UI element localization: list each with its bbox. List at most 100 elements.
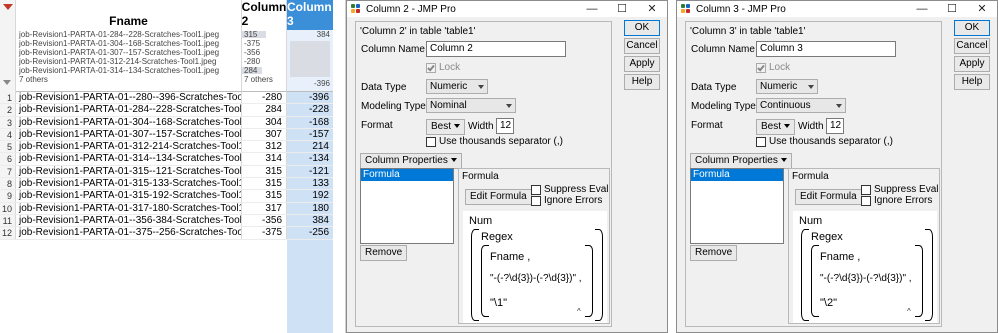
- cell-column-2[interactable]: 315: [242, 190, 287, 202]
- minimize-button[interactable]: —: [907, 1, 937, 17]
- list-item-formula[interactable]: Formula: [361, 169, 453, 181]
- row-number[interactable]: 12: [0, 227, 16, 239]
- table-row[interactable]: 1 job-Revision1-PARTA-01--280--396-Scratc…: [0, 92, 333, 105]
- cell-column-2[interactable]: 315: [242, 165, 287, 178]
- help-button[interactable]: Help: [624, 74, 660, 90]
- cell-fname[interactable]: job-Revision1-PARTA-01--375--256-Scratch…: [16, 227, 242, 239]
- column-header-column-2[interactable]: Column 2: [242, 0, 287, 30]
- cell-column-2[interactable]: -375: [242, 227, 287, 239]
- cell-fname[interactable]: job-Revision1-PARTA-01-315--121-Scratche…: [16, 165, 242, 178]
- cell-column-2[interactable]: -280: [242, 92, 287, 104]
- formula-display[interactable]: Num Regex Fname , "-(-?\d{3})-(-?\d{3})"…: [793, 211, 937, 323]
- thousands-separator-checkbox[interactable]: Use thousands separator (,): [756, 136, 893, 147]
- cell-column-3[interactable]: -134: [287, 153, 333, 165]
- title-bar[interactable]: Column 3 - JMP Pro — ☐ ✕: [677, 1, 997, 17]
- cell-column-3[interactable]: 192: [287, 190, 333, 202]
- modeling-type-select[interactable]: Nominal: [426, 98, 516, 113]
- ok-button[interactable]: OK: [624, 20, 660, 36]
- cell-fname[interactable]: job-Revision1-PARTA-01-314--134-Scratche…: [16, 153, 242, 165]
- cell-column-3[interactable]: -168: [287, 116, 333, 128]
- cell-fname[interactable]: job-Revision1-PARTA-01-317-180-Scratches…: [16, 202, 242, 214]
- row-number[interactable]: 6: [0, 153, 16, 165]
- cell-column-2[interactable]: 284: [242, 104, 287, 116]
- cell-column-3[interactable]: 133: [287, 178, 333, 190]
- column-name-input[interactable]: Column 2: [426, 41, 566, 57]
- list-item-formula[interactable]: Formula: [691, 169, 783, 181]
- cell-column-2[interactable]: 314: [242, 153, 287, 165]
- cell-column-2[interactable]: -356: [242, 214, 287, 227]
- modeling-type-select[interactable]: Continuous: [756, 98, 846, 113]
- apply-button[interactable]: Apply: [954, 56, 990, 72]
- column-name-input[interactable]: Column 3: [756, 41, 896, 57]
- formula-display[interactable]: Num Regex Fname , "-(-?\d{3})-(-?\d{3})"…: [463, 211, 607, 323]
- cell-column-2[interactable]: 304: [242, 116, 287, 128]
- thousands-separator-checkbox[interactable]: Use thousands separator (,): [426, 136, 563, 147]
- width-input[interactable]: 12: [496, 118, 514, 134]
- minimize-button[interactable]: —: [577, 1, 607, 17]
- lock-checkbox[interactable]: Lock: [426, 62, 460, 73]
- cell-column-3[interactable]: 384: [287, 214, 333, 227]
- ok-button[interactable]: OK: [954, 20, 990, 36]
- row-number[interactable]: 8: [0, 178, 16, 190]
- maximize-button[interactable]: ☐: [607, 1, 637, 17]
- column-properties-menu[interactable]: Column Properties: [690, 153, 792, 169]
- close-button[interactable]: ✕: [637, 1, 667, 17]
- table-row[interactable]: 12 job-Revision1-PARTA-01--375--256-Scrat…: [0, 227, 333, 240]
- cell-fname[interactable]: job-Revision1-PARTA-01--280--396-Scratch…: [16, 92, 242, 104]
- row-number[interactable]: 3: [0, 116, 16, 128]
- properties-list[interactable]: Formula: [360, 168, 454, 244]
- format-menu-button[interactable]: Best: [426, 119, 466, 135]
- cell-column-3[interactable]: -396: [287, 92, 333, 104]
- table-row[interactable]: 5 job-Revision1-PARTA-01-312-214-Scratche…: [0, 141, 333, 154]
- table-row[interactable]: 10 job-Revision1-PARTA-01-317-180-Scratch…: [0, 202, 333, 215]
- title-bar[interactable]: Column 2 - JMP Pro — ☐ ✕: [347, 1, 667, 17]
- ignore-errors-checkbox[interactable]: Ignore Errors: [861, 195, 932, 206]
- format-menu-button[interactable]: Best: [756, 119, 796, 135]
- cell-fname[interactable]: job-Revision1-PARTA-01-304--168-Scratche…: [16, 116, 242, 128]
- help-button[interactable]: Help: [954, 74, 990, 90]
- table-row[interactable]: 6 job-Revision1-PARTA-01-314--134-Scratch…: [0, 153, 333, 166]
- lock-checkbox[interactable]: Lock: [756, 62, 790, 73]
- cell-column-3[interactable]: -157: [287, 128, 333, 141]
- cell-column-3[interactable]: -256: [287, 227, 333, 239]
- table-row[interactable]: 3 job-Revision1-PARTA-01-304--168-Scratch…: [0, 116, 333, 129]
- cell-column-2[interactable]: 317: [242, 202, 287, 214]
- suppress-eval-checkbox[interactable]: Suppress Eval: [531, 184, 608, 195]
- cell-column-3[interactable]: -228: [287, 104, 333, 116]
- ignore-errors-checkbox[interactable]: Ignore Errors: [531, 195, 602, 206]
- apply-button[interactable]: Apply: [624, 56, 660, 72]
- properties-list[interactable]: Formula: [690, 168, 784, 244]
- maximize-button[interactable]: ☐: [937, 1, 967, 17]
- row-number[interactable]: 7: [0, 165, 16, 178]
- table-row[interactable]: 2 job-Revision1-PARTA-01-284--228-Scratch…: [0, 104, 333, 117]
- table-row[interactable]: 7 job-Revision1-PARTA-01-315--121-Scratch…: [0, 165, 333, 179]
- row-number[interactable]: 10: [0, 202, 16, 214]
- row-number[interactable]: 1: [0, 92, 16, 104]
- red-triangle-menu-icon[interactable]: [3, 4, 13, 10]
- cell-fname[interactable]: job-Revision1-PARTA-01-315-192-Scratches…: [16, 190, 242, 202]
- cell-fname[interactable]: job-Revision1-PARTA-01--356-384-Scratche…: [16, 214, 242, 227]
- edit-formula-button[interactable]: Edit Formula: [795, 189, 862, 205]
- row-number[interactable]: 5: [0, 141, 16, 153]
- cell-column-2[interactable]: 315: [242, 178, 287, 190]
- remove-button[interactable]: Remove: [360, 245, 408, 261]
- cell-column-2[interactable]: 307: [242, 128, 287, 141]
- cancel-button[interactable]: Cancel: [954, 38, 990, 54]
- table-row[interactable]: 9 job-Revision1-PARTA-01-315-192-Scratche…: [0, 190, 333, 203]
- cell-column-3[interactable]: -121: [287, 165, 333, 178]
- cell-column-2[interactable]: 312: [242, 141, 287, 153]
- data-type-select[interactable]: Numeric: [756, 79, 818, 94]
- cell-fname[interactable]: job-Revision1-PARTA-01-284--228-Scratche…: [16, 104, 242, 116]
- row-number[interactable]: 11: [0, 214, 16, 227]
- row-number[interactable]: 9: [0, 190, 16, 202]
- cell-fname[interactable]: job-Revision1-PARTA-01-307--157-Scratche…: [16, 128, 242, 141]
- cell-column-3[interactable]: 180: [287, 202, 333, 214]
- column-header-fname[interactable]: Fname: [16, 0, 242, 30]
- remove-button[interactable]: Remove: [690, 245, 738, 261]
- cell-fname[interactable]: job-Revision1-PARTA-01-312-214-Scratches…: [16, 141, 242, 153]
- close-button[interactable]: ✕: [967, 1, 997, 17]
- cancel-button[interactable]: Cancel: [624, 38, 660, 54]
- column-properties-menu[interactable]: Column Properties: [360, 153, 462, 169]
- data-type-select[interactable]: Numeric: [426, 79, 488, 94]
- table-row[interactable]: 11 job-Revision1-PARTA-01--356-384-Scratc…: [0, 214, 333, 228]
